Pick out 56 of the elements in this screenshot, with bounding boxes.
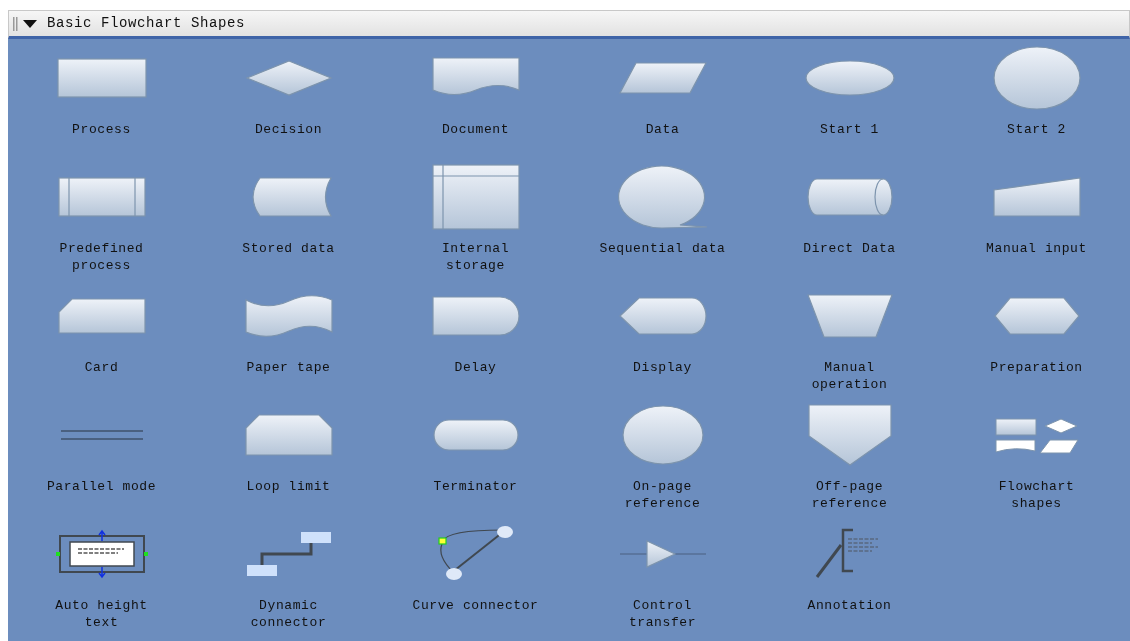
shape-label: Parallel mode — [46, 478, 157, 495]
shape-label: Direct Data — [803, 240, 896, 257]
shape-label: Off-page reference — [810, 478, 889, 512]
rounded-rectangle-icon[interactable] — [432, 419, 519, 451]
rectangle-icon[interactable] — [56, 58, 147, 98]
display-icon[interactable] — [618, 297, 707, 335]
shape-label: Preparation — [990, 359, 1083, 376]
card-icon[interactable] — [57, 298, 146, 334]
shape-label: Data — [645, 121, 680, 138]
ellipse-icon[interactable] — [804, 60, 895, 96]
connector-icon[interactable] — [246, 531, 331, 577]
shape-label: Delay — [454, 359, 497, 376]
shape-label: Document — [441, 121, 510, 138]
manual-input-icon[interactable] — [992, 177, 1081, 217]
shapes-icon[interactable] — [994, 416, 1079, 454]
shape-label: Annotation — [807, 597, 892, 614]
cylinder-icon[interactable] — [806, 178, 893, 216]
shape-label: Auto height text — [54, 597, 149, 631]
shape-label: On-page reference — [623, 478, 702, 512]
shape-label: Start 1 — [820, 121, 879, 138]
shape-label: Flowchart shapes — [997, 478, 1076, 512]
shape-label: Loop limit — [246, 478, 331, 495]
predefined-process-icon[interactable] — [57, 177, 146, 217]
loop-limit-icon[interactable] — [244, 414, 333, 456]
text-box-icon[interactable] — [55, 531, 148, 577]
pentagon-icon[interactable] — [807, 404, 892, 466]
delay-icon[interactable] — [431, 296, 520, 336]
triangle-arrow-icon[interactable] — [618, 539, 707, 569]
grip-icon[interactable] — [13, 16, 19, 31]
panel-title[interactable]: Basic Flowchart Shapes — [47, 13, 246, 34]
hexagon-icon[interactable] — [993, 297, 1080, 335]
caret-icon[interactable] — [23, 18, 37, 29]
shape-label: Paper tape — [246, 359, 331, 376]
sequential-data-icon[interactable] — [617, 165, 708, 229]
shape-label: Manual operation — [810, 359, 889, 393]
shape-label: Curve connector — [412, 597, 539, 614]
shape-label: Start 2 — [1007, 121, 1066, 138]
shape-label: Display — [633, 359, 692, 376]
shape-label: Internal storage — [440, 240, 511, 274]
diamond-icon[interactable] — [245, 60, 332, 96]
shape-label: Predefined process — [58, 240, 145, 274]
shape-label: Process — [72, 121, 131, 138]
internal-storage-icon[interactable] — [431, 164, 520, 230]
circle-icon[interactable] — [621, 405, 704, 465]
shape-label: Manual input — [986, 240, 1087, 257]
shape-label: Control transfer — [627, 597, 698, 631]
shape-label: Decision — [254, 121, 323, 138]
shape-label: Card — [84, 359, 119, 376]
paper-tape-icon[interactable] — [244, 295, 333, 337]
shape-label: Terminator — [433, 478, 518, 495]
ellipse-icon[interactable] — [992, 46, 1081, 110]
shape-label: Stored data — [242, 240, 335, 257]
parallelogram-icon[interactable] — [618, 62, 707, 94]
shape-label: Sequential data — [599, 240, 726, 257]
trapezoid-icon[interactable] — [806, 294, 893, 338]
shape-label: Dynamic connector — [249, 597, 328, 631]
